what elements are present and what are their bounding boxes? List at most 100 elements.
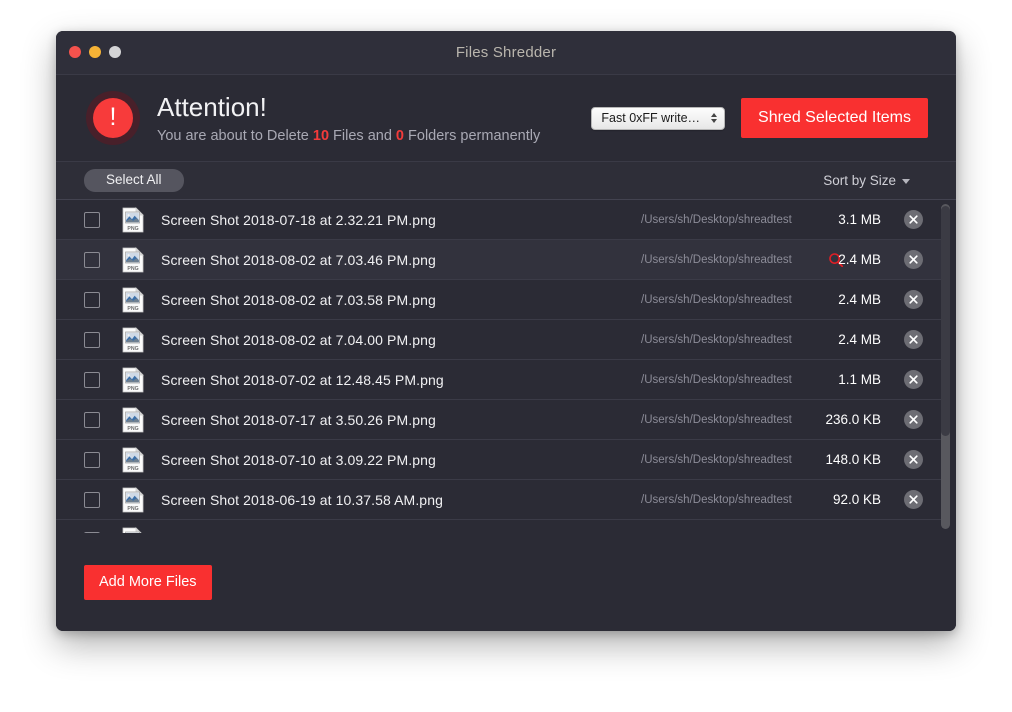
file-checkbox[interactable] [84, 331, 100, 348]
svg-text:PNG: PNG [127, 266, 138, 272]
file-path: /Users/sh/Desktop/shreadtest [641, 253, 792, 266]
attention-subtitle-prefix: You are about to Delete [157, 127, 309, 144]
file-checkbox[interactable] [84, 291, 100, 308]
file-name: Screen Shot 2018-08-02 at 7.03.58 PM.png [161, 291, 436, 308]
file-path: /Users/sh/Desktop/shreadtest [641, 493, 792, 506]
table-row[interactable]: PNG [56, 520, 943, 533]
file-name: Screen Shot 2018-07-17 at 3.50.26 PM.png [161, 411, 436, 428]
file-size: 2.4 MB [838, 292, 881, 307]
file-checkbox[interactable] [84, 531, 100, 533]
footer-bar: Add More Files [56, 533, 956, 631]
file-path: /Users/sh/Desktop/shreadtest [641, 453, 792, 466]
window-title: Files Shredder [455, 44, 557, 61]
traffic-lights [69, 46, 121, 58]
png-file-icon: PNG [122, 366, 144, 393]
svg-text:PNG: PNG [127, 466, 138, 472]
shred-selected-items-button[interactable]: Shred Selected Items [741, 98, 928, 138]
remove-file-close-icon[interactable] [904, 330, 923, 349]
file-name: Screen Shot 2018-08-02 at 7.04.00 PM.png [161, 331, 436, 348]
png-file-icon: PNG [122, 246, 144, 273]
remove-file-close-icon[interactable] [904, 210, 923, 229]
sort-label: Sort by Size [823, 173, 896, 188]
table-row[interactable]: PNG Screen Shot 2018-07-10 at 3.09.22 PM.… [56, 440, 943, 480]
file-size: 2.4 MB [838, 332, 881, 347]
file-path: /Users/sh/Desktop/shreadtest [641, 213, 792, 226]
png-file-icon: PNG [122, 526, 144, 533]
png-file-icon: PNG [122, 486, 144, 513]
file-size: 2.4 MB [838, 252, 881, 267]
file-checkbox[interactable] [84, 211, 100, 228]
file-size: 1.1 MB [838, 372, 881, 387]
svg-text:PNG: PNG [127, 346, 138, 352]
svg-text:PNG: PNG [127, 226, 138, 232]
sort-by-size-dropdown[interactable]: Sort by Size [823, 173, 932, 188]
table-row[interactable]: PNG Screen Shot 2018-07-18 at 2.32.21 PM.… [56, 200, 943, 240]
file-count: 10 [312, 127, 330, 144]
svg-text:PNG: PNG [127, 426, 138, 432]
file-path: /Users/sh/Desktop/shreadtest [641, 373, 792, 386]
list-toolbar: Select All Sort by Size [56, 162, 956, 200]
file-checkbox[interactable] [84, 251, 100, 268]
svg-text:PNG: PNG [127, 506, 138, 512]
select-all-button[interactable]: Select All [84, 169, 184, 192]
file-checkbox[interactable] [84, 491, 100, 508]
file-size: 92.0 KB [832, 492, 881, 507]
file-checkbox[interactable] [84, 371, 100, 388]
remove-file-close-icon[interactable] [904, 370, 923, 389]
chevron-down-icon [902, 179, 910, 184]
remove-file-close-icon[interactable] [904, 290, 923, 309]
file-list: PNG Screen Shot 2018-07-18 at 2.32.21 PM.… [56, 200, 956, 533]
file-list-rows: PNG Screen Shot 2018-07-18 at 2.32.21 PM.… [56, 200, 943, 533]
remove-file-close-icon[interactable] [904, 250, 923, 269]
shred-method-value: Fast 0xFF write… [601, 111, 701, 125]
title-bar: Files Shredder [56, 31, 956, 75]
file-checkbox[interactable] [84, 411, 100, 428]
attention-header: ! Attention! You are about to Delete 10 … [56, 75, 956, 162]
add-more-files-button[interactable]: Add More Files [84, 564, 212, 600]
shred-method-select[interactable]: Fast 0xFF write… [591, 106, 726, 130]
remove-file-close-icon[interactable] [904, 450, 923, 469]
png-file-icon: PNG [122, 406, 144, 433]
file-size: 236.0 KB [825, 412, 881, 427]
file-name: Screen Shot 2018-07-02 at 12.48.45 PM.pn… [161, 371, 444, 388]
attention-text-block: Attention! You are about to Delete 10 Fi… [157, 92, 540, 145]
zoom-button-icon[interactable] [109, 46, 121, 58]
chevron-updown-icon [711, 113, 718, 123]
table-row[interactable]: PNG Screen Shot 2018-07-17 at 3.50.26 PM.… [56, 400, 943, 440]
png-file-icon: PNG [122, 446, 144, 473]
attention-subtitle: You are about to Delete 10 Files and 0 F… [157, 127, 540, 145]
table-row[interactable]: PNG Screen Shot 2018-08-02 at 7.04.00 PM.… [56, 320, 943, 360]
png-file-icon: PNG [122, 206, 144, 233]
warning-exclamation-icon: ! [86, 91, 140, 145]
scrollbar-thumb[interactable] [941, 206, 950, 436]
file-name: Screen Shot 2018-06-19 at 10.37.58 AM.pn… [161, 491, 443, 508]
folder-count: 0 [395, 127, 404, 144]
minimize-button-icon[interactable] [89, 46, 101, 58]
svg-text:PNG: PNG [127, 306, 138, 312]
png-file-icon: PNG [122, 326, 144, 353]
file-size: 148.0 KB [825, 452, 881, 467]
file-name: Screen Shot 2018-08-02 at 7.03.46 PM.png [161, 251, 436, 268]
remove-file-close-icon[interactable] [904, 410, 923, 429]
png-file-icon: PNG [122, 286, 144, 313]
remove-file-close-icon[interactable] [904, 490, 923, 509]
list-scrollbar[interactable] [941, 204, 950, 529]
table-row[interactable]: PNG Screen Shot 2018-08-02 at 7.03.58 PM.… [56, 280, 943, 320]
file-size: 3.1 MB [838, 212, 881, 227]
table-row[interactable]: PNG Screen Shot 2018-07-02 at 12.48.45 PM… [56, 360, 943, 400]
file-path: /Users/sh/Desktop/shreadtest [641, 333, 792, 346]
table-row[interactable]: PNG Screen Shot 2018-06-19 at 10.37.58 AM… [56, 480, 943, 520]
svg-text:PNG: PNG [127, 386, 138, 392]
file-path: /Users/sh/Desktop/shreadtest [641, 413, 792, 426]
file-path: /Users/sh/Desktop/shreadtest [641, 293, 792, 306]
app-window: Files Shredder ! Attention! You are abou… [56, 31, 956, 631]
table-row[interactable]: PNG Screen Shot 2018-08-02 at 7.03.46 PM.… [56, 240, 943, 280]
attention-subtitle-suffix: Folders permanently [408, 127, 541, 144]
screenshot-root: Files Shredder ! Attention! You are abou… [0, 0, 1012, 712]
file-name: Screen Shot 2018-07-18 at 2.32.21 PM.png [161, 211, 436, 228]
header-actions: Fast 0xFF write… Shred Selected Items [591, 98, 928, 138]
close-button-icon[interactable] [69, 46, 81, 58]
file-checkbox[interactable] [84, 451, 100, 468]
file-name: Screen Shot 2018-07-10 at 3.09.22 PM.png [161, 451, 436, 468]
attention-title: Attention! [157, 91, 267, 122]
